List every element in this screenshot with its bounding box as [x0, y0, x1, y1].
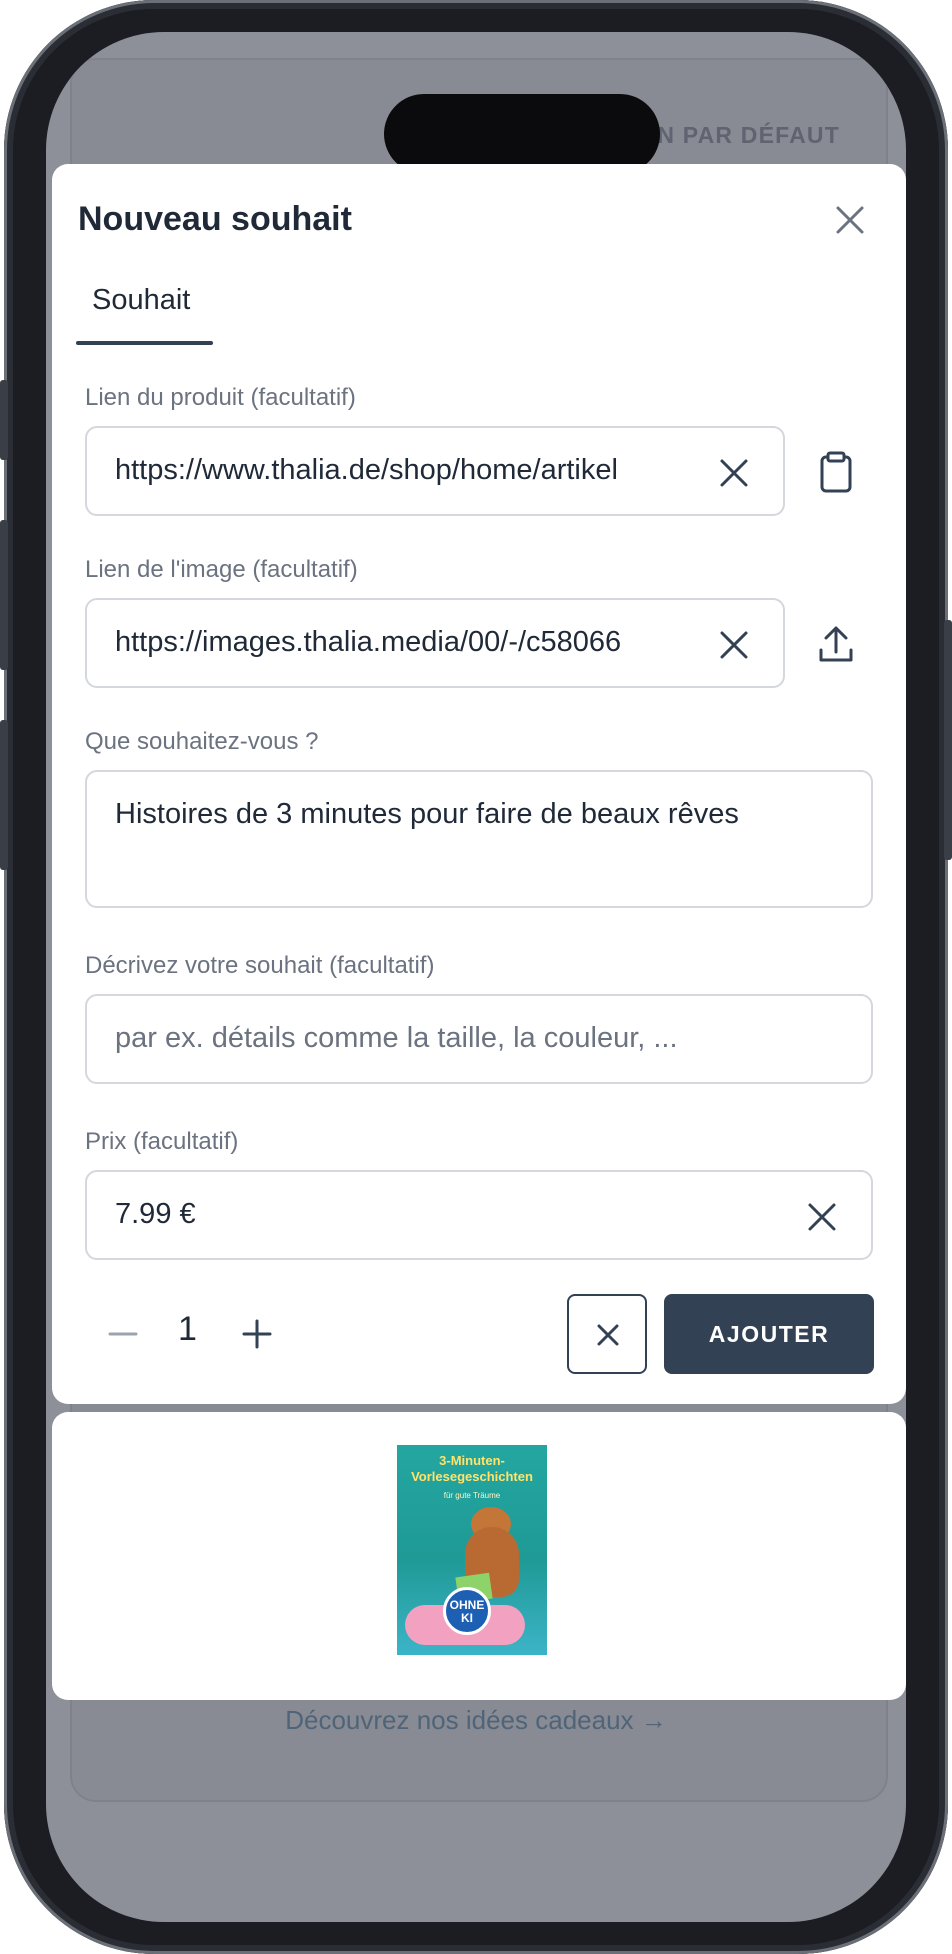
image-link-label: Lien de l'image (facultatif) — [85, 556, 358, 583]
description-label: Décrivez votre souhait (facultatif) — [85, 952, 435, 979]
clear-icon[interactable] — [717, 628, 751, 662]
close-icon[interactable] — [830, 200, 870, 240]
image-link-input[interactable]: https://images.thalia.media/00/-/c58066 — [85, 598, 785, 688]
image-link-value: https://images.thalia.media/00/-/c58066 — [115, 626, 622, 658]
side-button — [0, 380, 8, 460]
book-subtitle: für gute Träume — [443, 1491, 501, 1500]
wish-textarea[interactable]: Histoires de 3 minutes pour faire de bea… — [85, 770, 873, 908]
book-title: 3-Minuten-Vorlesegeschichten — [411, 1453, 533, 1484]
description-textarea[interactable]: par ex. détails comme la taille, la coul… — [85, 994, 873, 1084]
badge-text: OHNE KI — [443, 1587, 491, 1635]
phone-frame: DESIGN PAR DÉFAUT Découvrez nos idées ca… — [0, 0, 952, 1954]
price-input[interactable]: 7.99 € — [85, 1170, 873, 1260]
modal-title: Nouveau souhait — [78, 200, 352, 238]
upload-icon[interactable] — [816, 622, 856, 666]
price-value: 7.99 € — [115, 1198, 196, 1230]
close-icon — [597, 1324, 619, 1346]
wish-value: Histoires de 3 minutes pour faire de bea… — [115, 798, 739, 830]
active-tab-indicator — [76, 341, 213, 345]
clear-icon[interactable] — [717, 456, 751, 490]
product-link-input[interactable]: https://www.thalia.de/shop/home/artikel — [85, 426, 785, 516]
clipboard-icon[interactable] — [816, 450, 856, 494]
clear-icon[interactable] — [805, 1200, 839, 1234]
side-button — [0, 520, 8, 670]
price-label: Prix (facultatif) — [85, 1128, 239, 1155]
description-placeholder: par ex. détails comme la taille, la coul… — [115, 1022, 678, 1054]
minus-icon[interactable] — [106, 1317, 140, 1351]
product-link-value: https://www.thalia.de/shop/home/artikel — [115, 454, 618, 486]
tab-souhait[interactable]: Souhait — [92, 284, 190, 317]
gift-ideas-link[interactable]: Découvrez nos idées cadeaux → — [46, 1705, 906, 1736]
side-button — [944, 620, 952, 860]
wish-label: Que souhaitez-vous ? — [85, 728, 319, 755]
dynamic-island — [384, 94, 660, 174]
new-wish-modal: Nouveau souhait Souhait Lien du produit … — [52, 164, 906, 1404]
side-button — [0, 720, 8, 870]
image-preview-card: 3-Minuten-Vorlesegeschichten für gute Tr… — [52, 1412, 906, 1700]
add-button[interactable]: AJOUTER — [664, 1294, 874, 1374]
quantity-value: 1 — [178, 1310, 197, 1348]
cancel-button[interactable] — [567, 1294, 647, 1374]
plus-icon[interactable] — [240, 1317, 274, 1351]
product-link-label: Lien du produit (facultatif) — [85, 384, 356, 411]
